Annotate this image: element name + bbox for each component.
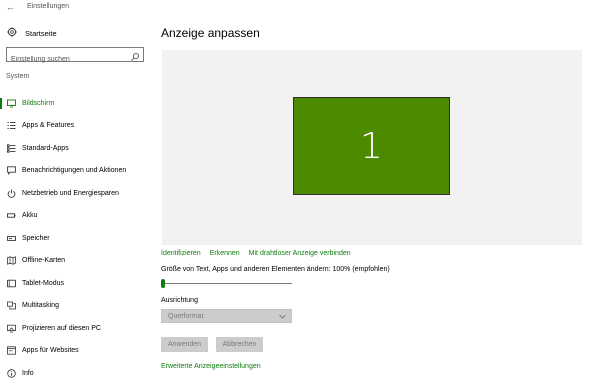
- sidebar-nav: Bildschirm Apps & Features Standard-Apps…: [0, 92, 152, 385]
- sidebar-item-label: Speicher: [22, 234, 50, 242]
- sidebar-item-label: Multitasking: [22, 302, 59, 310]
- monitor-number: 1: [360, 125, 383, 167]
- display-links: Identifizieren Erkennen Mit drahtloser A…: [161, 247, 360, 259]
- battery-icon: [7, 211, 16, 220]
- multitasking-icon: [7, 301, 16, 310]
- orientation-dropdown[interactable]: Querformat: [161, 309, 292, 323]
- scale-slider[interactable]: [161, 279, 292, 288]
- display-icon: [7, 99, 16, 108]
- section-heading: System: [6, 73, 30, 80]
- sidebar-item-tablet-modus[interactable]: Tablet-Modus: [0, 272, 152, 295]
- sidebar-item-label: Standard-Apps: [22, 144, 69, 152]
- default-apps-icon: [7, 144, 16, 153]
- sidebar-item-label: Offline-Karten: [22, 257, 66, 265]
- sidebar-item-netzbetrieb[interactable]: Netzbetrieb und Energiesparen: [0, 182, 152, 205]
- search-box[interactable]: [6, 47, 144, 66]
- sidebar-item-label: Akku: [22, 212, 38, 220]
- sidebar-item-info[interactable]: Info: [0, 362, 152, 385]
- identify-link[interactable]: Identifizieren: [161, 250, 201, 257]
- sidebar-item-benachrichtigungen[interactable]: Benachrichtigungen und Aktionen: [0, 160, 152, 183]
- search-icon[interactable]: [130, 49, 140, 61]
- info-icon: [7, 369, 16, 378]
- display-arrangement-area: 1: [162, 50, 582, 245]
- storage-icon: [7, 234, 16, 243]
- apps-list-icon: [7, 121, 16, 130]
- sidebar-item-label: Tablet-Modus: [22, 279, 65, 287]
- sidebar-item-label: Bildschirm: [22, 99, 55, 107]
- sidebar-home-label: Startseite: [25, 28, 57, 38]
- connect-wireless-display-link[interactable]: Mit drahtloser Anzeige verbinden: [249, 250, 351, 257]
- sidebar-item-bildschirm[interactable]: Bildschirm: [0, 92, 152, 115]
- sidebar-item-apps-websites[interactable]: Apps für Websites: [0, 340, 152, 363]
- sidebar-item-label: Netzbetrieb und Energiesparen: [22, 189, 119, 197]
- search-input[interactable]: [7, 53, 125, 66]
- detect-link[interactable]: Erkennen: [210, 250, 240, 257]
- page-title: Anzeige anpassen: [161, 26, 260, 40]
- orientation-label: Ausrichtung: [161, 297, 198, 304]
- sidebar-item-label: Apps für Websites: [22, 347, 79, 355]
- sidebar-item-label: Apps & Features: [22, 122, 75, 130]
- orientation-value: Querformat: [168, 312, 204, 320]
- scale-label: Größe von Text, Apps und anderen Element…: [161, 266, 390, 273]
- map-icon: [7, 256, 16, 266]
- window-title: Einstellungen: [27, 3, 70, 10]
- main-content: Anzeige anpassen 1 Identifizieren Erkenn…: [161, 0, 590, 385]
- sidebar-item-apps-features[interactable]: Apps & Features: [0, 115, 152, 138]
- sidebar-item-label: Projizieren auf diesen PC: [22, 324, 101, 332]
- sidebar-item-speicher[interactable]: Speicher: [0, 227, 152, 250]
- slider-track: [161, 283, 292, 284]
- project-icon: [7, 324, 16, 333]
- sidebar-item-akku[interactable]: Akku: [0, 205, 152, 228]
- notification-icon: [7, 166, 16, 176]
- chevron-down-icon: [278, 312, 287, 321]
- tablet-icon: [7, 279, 16, 288]
- power-icon: [7, 189, 16, 198]
- sidebar-item-offline-karten[interactable]: Offline-Karten: [0, 250, 152, 273]
- gear-icon: [7, 24, 17, 42]
- sidebar-item-standard-apps[interactable]: Standard-Apps: [0, 137, 152, 160]
- monitor-1-tile[interactable]: 1: [293, 97, 450, 195]
- slider-thumb[interactable]: [161, 279, 165, 288]
- web-apps-icon: [7, 346, 16, 355]
- advanced-display-settings-link[interactable]: Erweiterte Anzeigeeinstellungen: [161, 363, 261, 370]
- sidebar-item-projizieren[interactable]: Projizieren auf diesen PC: [0, 317, 152, 340]
- cancel-button[interactable]: Abbrechen: [216, 337, 263, 352]
- sidebar-item-multitasking[interactable]: Multitasking: [0, 295, 152, 318]
- sidebar-item-label: Info: [22, 369, 34, 377]
- sidebar: Startseite System Bildschirm Apps & Feat…: [0, 16, 152, 385]
- back-button[interactable]: ←: [6, 2, 15, 12]
- sidebar-home[interactable]: Startseite: [7, 27, 57, 39]
- sidebar-item-label: Benachrichtigungen und Aktionen: [22, 167, 127, 175]
- apply-button[interactable]: Anwenden: [161, 337, 208, 352]
